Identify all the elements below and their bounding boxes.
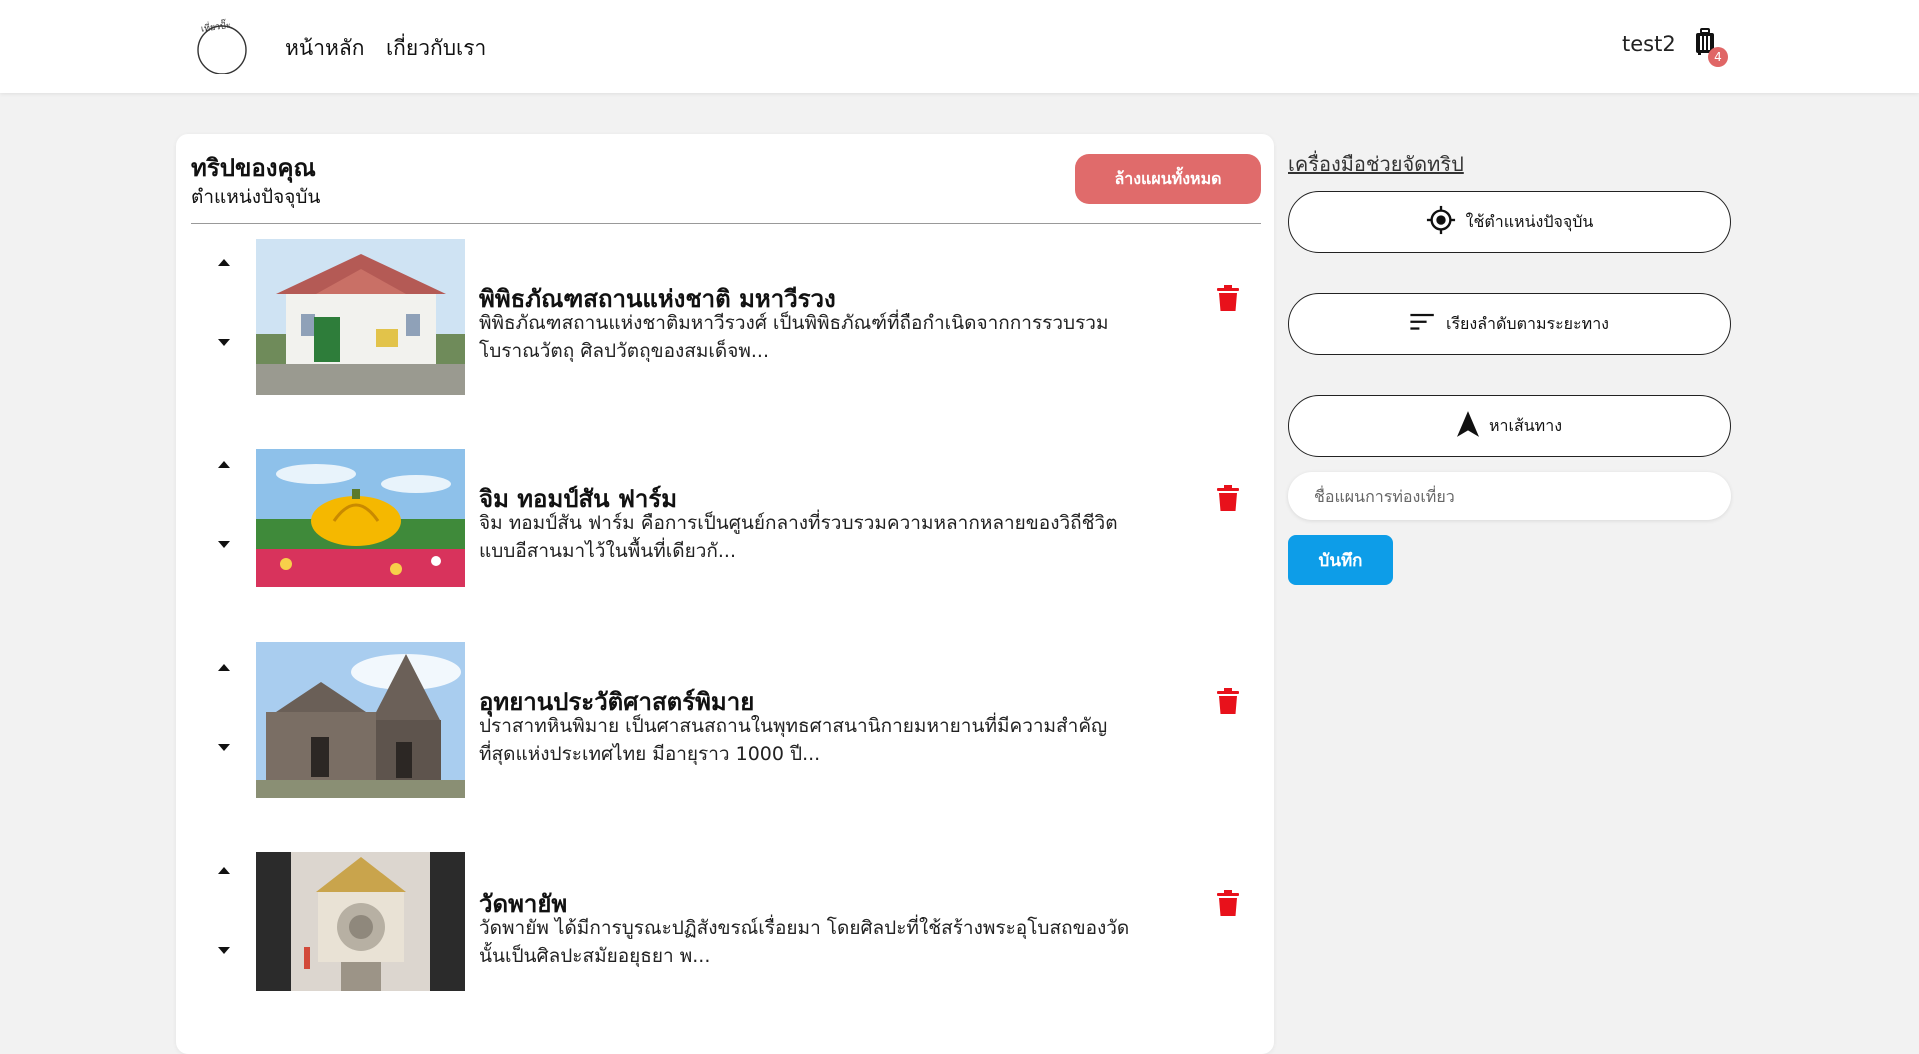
nav-home-link[interactable]: หน้าหลัก bbox=[285, 32, 364, 65]
place-description: จิม ทอมป์สัน ฟาร์ม คือการเป็นศูนย์กลางที… bbox=[479, 512, 1118, 562]
sort-icon bbox=[1410, 313, 1436, 335]
save-button[interactable]: บันทึก bbox=[1288, 535, 1393, 585]
plan-name-input[interactable] bbox=[1288, 472, 1731, 520]
navigation-arrow-icon bbox=[1456, 411, 1479, 441]
trash-icon[interactable] bbox=[1216, 284, 1240, 312]
cart-count-badge: 4 bbox=[1708, 47, 1728, 67]
move-up-icon[interactable] bbox=[218, 664, 230, 671]
move-down-icon[interactable] bbox=[218, 541, 230, 548]
find-route-label: หาเส้นทาง bbox=[1488, 415, 1563, 435]
trip-tools-title[interactable]: เครื่องมือช่วยจัดทริป bbox=[1288, 148, 1464, 180]
move-down-icon[interactable] bbox=[218, 339, 230, 346]
place-image bbox=[256, 239, 465, 395]
trip-start-location: ตำแหน่งปัจจุบัน bbox=[191, 186, 321, 208]
move-up-icon[interactable] bbox=[218, 259, 230, 266]
trip-panel: ทริปของคุณ ตำแหน่งปัจจุบัน ล้างแผนทั้งหม… bbox=[176, 134, 1274, 1054]
logo[interactable]: เที่ยวปั๊ะ bbox=[194, 18, 250, 75]
nav-about-link[interactable]: เกี่ยวกับเรา bbox=[386, 32, 486, 65]
clear-all-button[interactable]: ล้างแผนทั้งหมด bbox=[1075, 154, 1261, 204]
find-route-button[interactable]: หาเส้นทาง bbox=[1288, 395, 1731, 457]
move-up-icon[interactable] bbox=[218, 461, 230, 468]
place-image bbox=[256, 852, 465, 991]
sort-by-distance-label: เรียงลำดับตามระยะทาง bbox=[1445, 313, 1609, 333]
trash-icon[interactable] bbox=[1216, 484, 1240, 512]
sort-by-distance-button[interactable]: เรียงลำดับตามระยะทาง bbox=[1288, 293, 1731, 355]
place-description: วัดพายัพ ได้มีการบูรณะปฏิสังขรณ์เรื่อยมา… bbox=[479, 917, 1130, 967]
place-description: ปราสาทหินพิมาย เป็นศาสนสถานในพุทธศาสนานิ… bbox=[479, 715, 1108, 765]
move-down-icon[interactable] bbox=[218, 947, 230, 954]
use-current-location-label: ใช้ตำแหน่งปัจจุบัน bbox=[1465, 211, 1594, 231]
trip-item: พิพิธภัณฑสถานแห่งชาติ มหาวีรวง พิพิธภัณฑ… bbox=[176, 239, 1274, 399]
trip-item: วัดพายัพ วัดพายัพ ได้มีการบูรณะปฏิสังขรณ… bbox=[176, 852, 1274, 1012]
navbar: เที่ยวปั๊ะ หน้าหลัก เกี่ยวกับเรา test2 4 bbox=[0, 0, 1919, 93]
trash-icon[interactable] bbox=[1216, 889, 1240, 917]
place-image bbox=[256, 449, 465, 587]
use-current-location-button[interactable]: ใช้ตำแหน่งปัจจุบัน bbox=[1288, 191, 1731, 253]
move-up-icon[interactable] bbox=[218, 867, 230, 874]
place-image bbox=[256, 642, 465, 798]
username[interactable]: test2 bbox=[1622, 32, 1676, 56]
trip-item: อุทยานประวัติศาสตร์พิมาย ปราสาทหินพิมาย … bbox=[176, 642, 1274, 802]
crosshair-icon bbox=[1426, 205, 1456, 239]
divider bbox=[191, 223, 1261, 224]
place-description: พิพิธภัณฑสถานแห่งชาติมหาวีรวงศ์ เป็นพิพิ… bbox=[479, 312, 1109, 362]
trip-item: จิม ทอมป์สัน ฟาร์ม จิม ทอมป์สัน ฟาร์ม คื… bbox=[176, 449, 1274, 609]
svg-text:เที่ยวปั๊ะ: เที่ยวปั๊ะ bbox=[200, 18, 232, 35]
move-down-icon[interactable] bbox=[218, 744, 230, 751]
trash-icon[interactable] bbox=[1216, 687, 1240, 715]
